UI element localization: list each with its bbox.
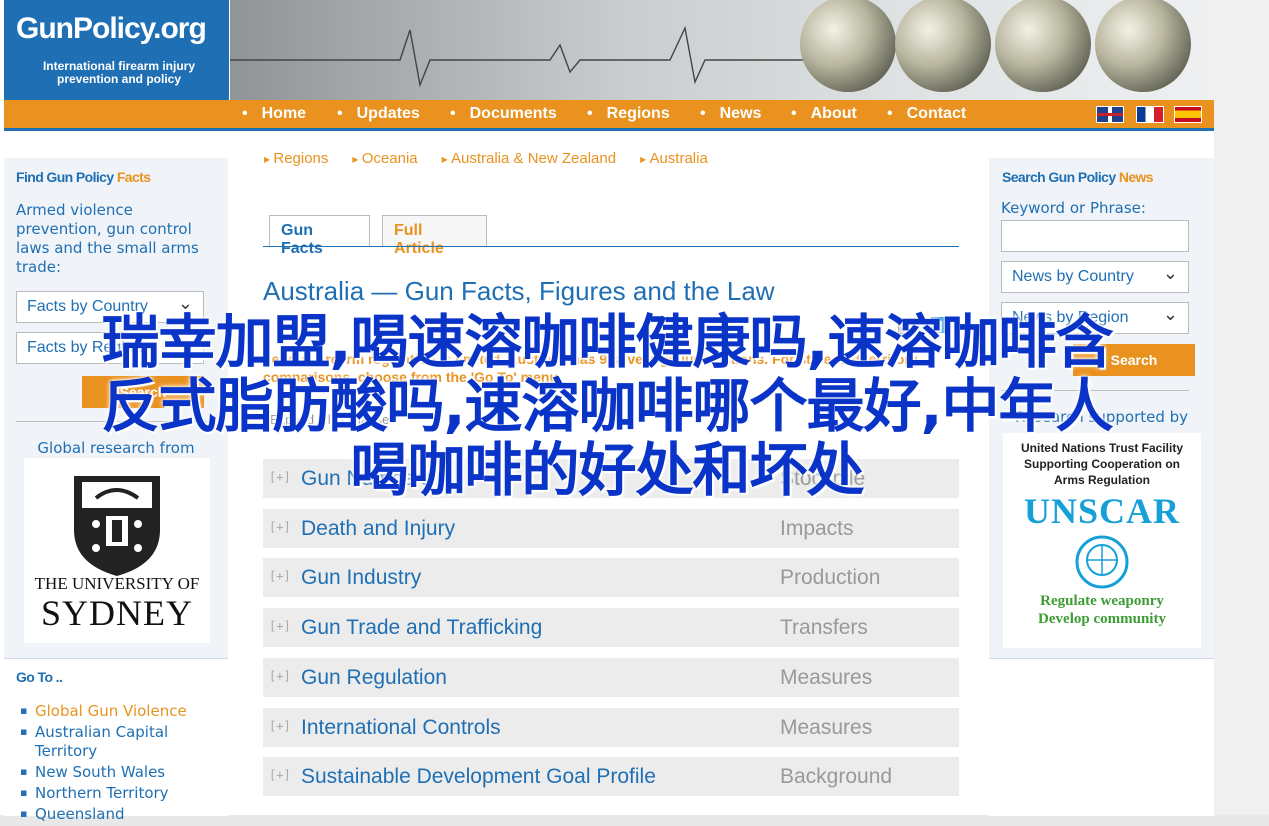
logo-name: GunPolicy.org — [16, 12, 207, 45]
logo-tagline: International firearm injury prevention … — [42, 59, 196, 86]
section-row[interactable]: [+] Gun Industry Production — [263, 558, 959, 597]
unscar-wordmark: UNSCAR — [1023, 491, 1180, 531]
news-search-button[interactable]: Search — [1073, 344, 1195, 376]
page-title: Australia — Gun Facts, Figures and the L… — [263, 276, 775, 306]
main-nav: Home Updates Documents Regions News Abou… — [4, 100, 1214, 131]
news-by-country-select[interactable]: News by Country — [1001, 261, 1189, 293]
section-label: International Controls — [301, 716, 501, 739]
unscar-description: United Nations Trust Facility Supporting … — [1020, 441, 1184, 487]
goto-item-act[interactable]: Australian Capital Territory — [20, 722, 220, 761]
expand-icon: [+] — [269, 768, 291, 782]
section-row[interactable]: [+] Sustainable Development Goal Profile… — [263, 757, 959, 796]
breadcrumb-australia[interactable]: Australia — [640, 150, 708, 167]
nav-home[interactable]: Home — [242, 105, 306, 123]
section-label: Gun Numbers — [301, 467, 432, 490]
print-icon[interactable] — [898, 318, 918, 334]
tab-gun-facts[interactable]: Gun Facts — [269, 215, 370, 257]
goto-box: Go To .. Global Gun Violence Australian … — [4, 658, 228, 823]
research-from-label: Global research from — [37, 439, 195, 457]
university-of-sydney-logo[interactable]: THE UNIVERSITY OF SYDNEY — [24, 458, 210, 643]
keyword-label: Keyword or Phrase: — [1001, 199, 1146, 217]
search-news-title: Search Gun Policy News — [1002, 169, 1154, 185]
section-row[interactable]: [+] Gun Trade and Trafficking Transfers — [263, 608, 959, 647]
breadcrumb-australia-nz[interactable]: Australia & New Zealand — [442, 150, 616, 167]
globe-image — [895, 0, 991, 92]
facts-by-region-select[interactable]: Facts by Region — [16, 332, 204, 364]
section-label: Gun Trade and Trafficking — [301, 616, 543, 639]
supported-by-label: Research supported by — [1014, 408, 1189, 426]
section-label: Death and Injury — [301, 517, 456, 540]
federal-note[interactable]: Federal firearm regulation is limited. A… — [263, 350, 963, 386]
page: GunPolicy.org International firearm inju… — [0, 0, 1214, 823]
goto-item-global-gun-violence[interactable]: Global Gun Violence — [20, 701, 220, 721]
nav-news[interactable]: News — [700, 105, 762, 123]
goto-list: Global Gun Violence Australian Capital T… — [20, 701, 220, 826]
university-name-line1: THE UNIVERSITY OF — [34, 574, 200, 593]
unscar-slogan: Regulate weaponry Develop community — [1038, 593, 1166, 627]
expand-icon: [+] — [269, 569, 291, 583]
expand-icon: [+] — [269, 470, 291, 484]
right-sidebar-lower — [989, 658, 1214, 816]
section-row[interactable]: [+] Death and Injury Impacts — [263, 509, 959, 548]
section-category: Measures — [780, 666, 873, 689]
expand-icon: [+] — [269, 520, 291, 534]
find-facts-intro: Armed violence prevention, gun control l… — [16, 201, 199, 276]
nav-updates[interactable]: Updates — [337, 105, 420, 123]
globe-image — [1095, 0, 1191, 92]
breadcrumb-oceania[interactable]: Oceania — [352, 150, 417, 167]
university-crest-icon — [74, 476, 160, 576]
section-row[interactable]: [+] Gun Regulation Measures — [263, 658, 959, 697]
facts-by-country-select[interactable]: Facts by Country — [16, 291, 204, 323]
find-facts-title: Find Gun Policy Facts — [16, 169, 151, 185]
section-category: Production — [780, 566, 881, 589]
spanish-flag-icon[interactable] — [1174, 106, 1202, 123]
goto-item-nsw[interactable]: New South Wales — [20, 762, 220, 782]
section-label: Sustainable Development Goal Profile — [301, 765, 656, 788]
expand-icon: [+] — [269, 619, 291, 633]
section-category: Transfers — [780, 616, 868, 639]
divider — [1001, 390, 1189, 391]
facts-search-button[interactable]: Search — [82, 376, 204, 408]
expand-icon: [+] — [269, 669, 291, 683]
university-name-line2: SYDNEY — [40, 593, 193, 633]
section-category: Background — [780, 765, 893, 788]
nav-documents[interactable]: Documents — [450, 105, 557, 123]
site-logo[interactable]: GunPolicy.org International firearm inju… — [4, 0, 229, 100]
divider — [16, 421, 216, 433]
unscar-logo[interactable]: United Nations Trust Facility Supporting … — [1003, 433, 1201, 648]
un-emblem-icon — [1075, 535, 1129, 589]
header-banner — [230, 0, 1214, 100]
english-flag-icon[interactable] — [1096, 106, 1124, 123]
expand-collapse-toggle[interactable]: Expand all / collapse — [270, 412, 389, 427]
page-gutter — [1214, 0, 1269, 815]
share-icon[interactable] — [931, 317, 949, 333]
section-row[interactable]: [+] International Controls Measures — [263, 708, 959, 747]
french-flag-icon[interactable] — [1136, 106, 1164, 123]
section-label: Gun Industry — [301, 566, 422, 589]
globe-image — [800, 0, 896, 92]
globe-image — [995, 0, 1091, 92]
keyword-input[interactable] — [1001, 220, 1189, 252]
section-category: Stockpile — [780, 467, 866, 490]
expand-icon: [+] — [269, 719, 291, 733]
news-by-region-select[interactable]: News by Region — [1001, 302, 1189, 334]
goto-item-nt[interactable]: Northern Territory — [20, 783, 220, 803]
nav-contact[interactable]: Contact — [887, 105, 967, 123]
nav-about[interactable]: About — [791, 105, 857, 123]
section-row[interactable]: [+] Gun Numbers Stockpile — [263, 459, 959, 498]
nav-regions[interactable]: Regions — [587, 105, 670, 123]
goto-title: Go To .. — [16, 669, 63, 685]
tab-underline — [263, 246, 959, 247]
breadcrumb-regions[interactable]: Regions — [264, 150, 328, 167]
section-category: Measures — [780, 716, 873, 739]
left-sidebar: Find Gun Policy Facts Armed violence pre… — [4, 158, 228, 823]
section-label: Gun Regulation — [301, 666, 447, 689]
section-category: Impacts — [780, 517, 854, 540]
breadcrumb: Regions Oceania Australia & New Zealand Aus… — [264, 150, 732, 167]
heartbeat-line-graphic — [230, 25, 830, 88]
tab-full-article[interactable]: Full Article — [382, 215, 487, 257]
